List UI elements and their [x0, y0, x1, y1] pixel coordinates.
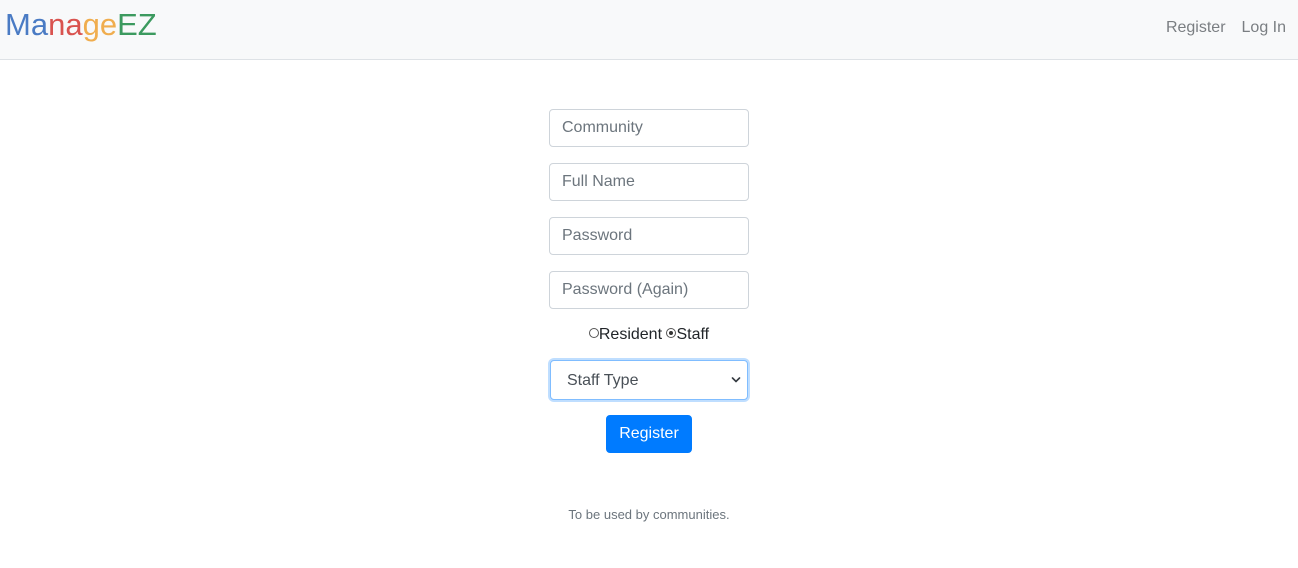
brand-letter: Z	[137, 7, 157, 42]
brand-logo[interactable]: ManageEZ	[5, 7, 157, 43]
resident-radio-label[interactable]: Resident	[599, 326, 662, 343]
brand-letter: a	[30, 7, 49, 42]
community-input[interactable]	[549, 109, 749, 147]
role-radio-group: Resident Staff	[549, 325, 749, 345]
brand-letter: M	[5, 7, 31, 42]
nav-login-link[interactable]: Log In	[1242, 17, 1286, 39]
password-input[interactable]	[549, 217, 749, 255]
top-navbar: ManageEZ Register Log In	[0, 0, 1298, 60]
register-submit-button[interactable]: Register	[606, 415, 692, 453]
brand-letter: g	[82, 7, 100, 42]
brand-letter: n	[48, 7, 66, 42]
full-name-input[interactable]	[549, 163, 749, 201]
password-again-input[interactable]	[549, 271, 749, 309]
nav-register-link[interactable]: Register	[1166, 17, 1226, 39]
resident-radio[interactable]	[588, 328, 599, 338]
staff-type-select[interactable]: Staff Type	[550, 360, 748, 400]
brand-letter: e	[99, 7, 118, 42]
footer-note: To be used by communities.	[568, 507, 730, 522]
chevron-down-icon	[731, 377, 741, 383]
submit-row: Register	[549, 415, 749, 453]
staff-type-selected-value: Staff Type	[567, 372, 639, 389]
brand-letter: a	[65, 7, 83, 42]
nav-links: Register Log In	[1166, 17, 1286, 39]
register-form: Resident Staff Staff Type Register	[549, 109, 749, 453]
staff-radio-label[interactable]: Staff	[676, 326, 709, 343]
staff-radio[interactable]	[666, 328, 677, 338]
brand-letter: E	[117, 7, 138, 42]
